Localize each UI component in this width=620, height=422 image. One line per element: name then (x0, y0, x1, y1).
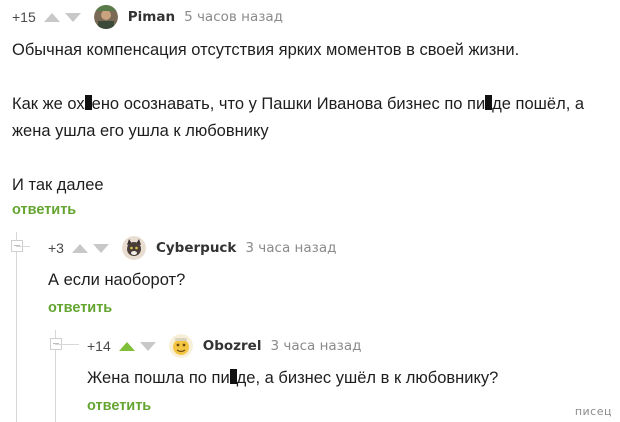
avatar[interactable] (168, 334, 193, 358)
thread-branch-horizontal (16, 246, 30, 247)
comment-1-time: 5 часов назад (184, 9, 284, 25)
comment-1-line-2-c: де пошёл, а (492, 95, 585, 113)
comment-3-rating: +14 (87, 338, 111, 354)
comment-3-time: 3 часа назад (270, 338, 362, 354)
comment-2-text: А если наоборот? (48, 271, 186, 289)
upvote-arrow-icon[interactable] (118, 341, 135, 351)
comment-3-reply-link[interactable]: ответить (87, 398, 151, 414)
comment-1-line-4: И так далее (12, 176, 104, 194)
comment-1-meta: +15 Piman 5 часов назад (12, 4, 283, 30)
avatar-cat-icon (121, 236, 146, 260)
upvote-arrow-icon[interactable] (43, 12, 60, 22)
avatar[interactable] (121, 236, 146, 260)
comment-1-line-1: Обычная компенсация отсутствия ярких мом… (12, 41, 520, 59)
downvote-arrow-icon[interactable] (139, 341, 156, 351)
avatar-piman-icon (93, 5, 118, 29)
comment-3-meta: +14 Obozrel 3 часа назад (87, 333, 361, 359)
comment-2-time: 3 часа назад (245, 240, 337, 256)
downvote-arrow-icon[interactable] (64, 12, 81, 22)
comment-1-line-2-a: Как же ох (12, 95, 85, 113)
censor-block (229, 369, 237, 384)
watermark: писец (574, 405, 612, 418)
comment-1-text: Обычная компенсация отсутствия ярких мом… (12, 37, 584, 199)
avatar[interactable] (93, 5, 118, 29)
comment-1-line-3: жена ушла его ушла к любовнику (12, 122, 269, 140)
avatar-emoji-icon (168, 334, 193, 358)
thread-branch-line (16, 232, 17, 422)
comment-3-username[interactable]: Obozrel (203, 338, 262, 354)
comment-1-rating: +15 (12, 9, 36, 25)
comment-2-meta: +3 Cyberpuck 3 часа назад (48, 235, 336, 261)
comment-3-text-b: де, а бизнес ушёл в к любовнику? (236, 369, 499, 387)
comment-2-rating: +3 (48, 240, 64, 256)
downvote-arrow-icon[interactable] (92, 243, 109, 253)
comment-3-text: Жена пошла по пи де, а бизнес ушёл в к лю… (87, 365, 498, 392)
comment-1-line-2: Как же ох ено осознавать, что у Пашки Ива… (12, 91, 584, 118)
censor-block (84, 95, 92, 110)
thread-branch-horizontal (55, 344, 79, 345)
comment-1-line-2-b: ено осознавать, что у Пашки Иванова бизн… (91, 95, 486, 113)
comment-3-text-a: Жена пошла по пи (87, 369, 230, 387)
comment-1-username[interactable]: Piman (128, 9, 175, 25)
comment-2-reply-link[interactable]: ответить (48, 300, 112, 316)
comment-2-username[interactable]: Cyberpuck (156, 240, 236, 256)
comment-1-reply-link[interactable]: ответить (12, 202, 76, 218)
upvote-arrow-icon[interactable] (71, 243, 88, 253)
